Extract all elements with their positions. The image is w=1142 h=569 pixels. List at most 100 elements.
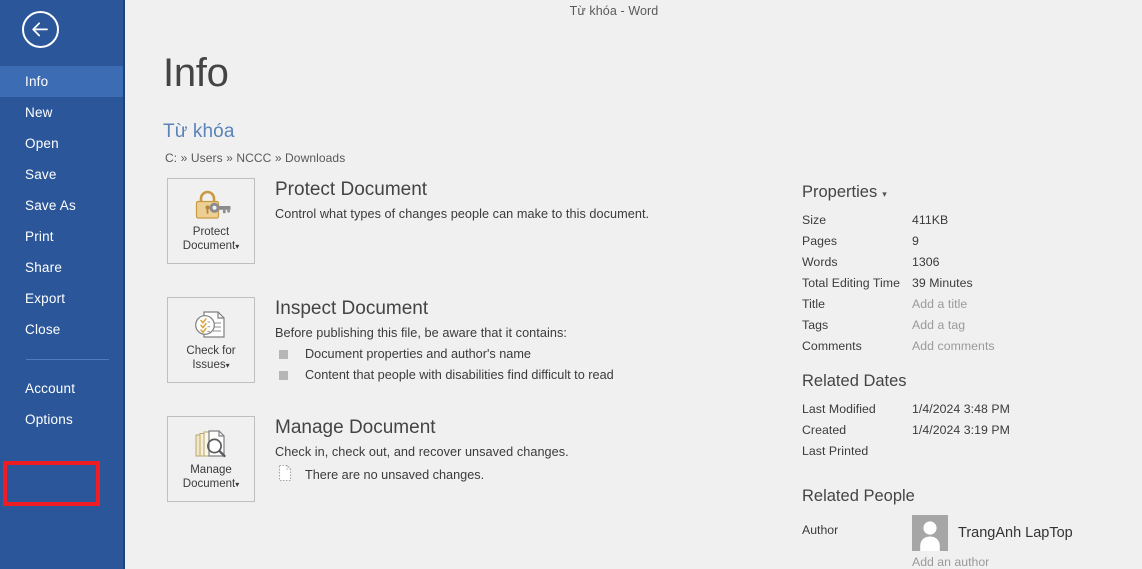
- document-checklist-icon: [191, 304, 231, 344]
- property-key: Pages: [802, 234, 838, 248]
- back-arrow-icon: [31, 22, 50, 37]
- sidebar-edge: [123, 0, 125, 569]
- back-button[interactable]: [22, 11, 59, 48]
- chevron-down-icon[interactable]: ▾: [226, 361, 230, 370]
- inspect-bullet-label: Document properties and author's name: [305, 347, 531, 361]
- sidebar-item-label: Close: [25, 322, 61, 337]
- documents-magnifier-icon: [190, 423, 232, 463]
- manage-document-note: There are no unsaved changes.: [305, 468, 485, 482]
- sidebar-item-label: Account: [25, 381, 76, 396]
- sidebar-item-label: Share: [25, 260, 63, 275]
- property-key: Comments: [802, 339, 862, 353]
- sidebar-item-label: Info: [25, 74, 49, 89]
- date-value: 1/4/2024 3:19 PM: [912, 423, 1010, 437]
- author-row: Author TrangAnh LapTop: [802, 515, 1138, 551]
- chevron-down-icon[interactable]: ▾: [882, 189, 887, 200]
- properties-heading-label: Properties: [802, 183, 878, 201]
- properties-heading[interactable]: Properties ▾: [802, 183, 1138, 202]
- property-value-title-input[interactable]: Add a title: [912, 294, 967, 315]
- date-key: Created: [802, 423, 847, 437]
- properties-panel: Properties ▾ Size 411KB Pages 9 Words 13…: [802, 183, 1138, 357]
- sidebar-item-print[interactable]: Print: [0, 221, 123, 252]
- date-value: 1/4/2024 3:48 PM: [912, 402, 1010, 416]
- property-key: Total Editing Time: [802, 276, 900, 290]
- inspect-bullet-label: Content that people with disabilities fi…: [305, 368, 614, 382]
- bullet-square-icon: [279, 371, 288, 380]
- sidebar-item-label: New: [25, 105, 53, 120]
- date-row-last-printed: Last Printed: [802, 441, 1138, 462]
- related-dates-panel: Related Dates Last Modified 1/4/2024 3:4…: [802, 372, 1138, 462]
- label-text: Document: [182, 240, 236, 252]
- word-backstage-info-screen: Từ khóa - Word Info New Open Save Save A…: [0, 0, 1142, 569]
- label-text: Document: [182, 478, 236, 490]
- sidebar-item-new[interactable]: New: [0, 97, 123, 128]
- property-key: Title: [802, 297, 826, 311]
- property-value: 1306: [912, 255, 940, 269]
- property-row-title[interactable]: Title Add a title: [802, 294, 1138, 315]
- property-key: Size: [802, 213, 827, 227]
- related-people-heading: Related People: [802, 487, 1138, 506]
- label-text: Issues: [192, 359, 226, 371]
- property-value: 9: [912, 234, 919, 248]
- protect-document-label-line1: Protect: [192, 226, 230, 238]
- property-value: 39 Minutes: [912, 276, 973, 290]
- manage-document-button[interactable]: Manage Document▾: [167, 416, 255, 502]
- protect-document-label-line2: Document▾: [183, 239, 239, 254]
- author-label: Author: [802, 523, 839, 537]
- related-dates-heading-label: Related Dates: [802, 372, 907, 390]
- title-bar: Từ khóa - Word: [130, 0, 1142, 22]
- manage-document-label-line2: Document▾: [183, 477, 239, 492]
- check-for-issues-button[interactable]: Check for Issues▾: [167, 297, 255, 383]
- chevron-down-icon[interactable]: ▾: [235, 480, 239, 489]
- sidebar-item-info[interactable]: Info: [0, 66, 123, 97]
- sidebar-item-account[interactable]: Account: [0, 373, 123, 404]
- property-row-total-editing-time: Total Editing Time 39 Minutes: [802, 273, 1138, 294]
- sidebar-item-label: Export: [25, 291, 66, 306]
- document-name: Từ khóa: [163, 121, 235, 142]
- dotted-document-icon: [277, 464, 293, 487]
- add-an-author-input[interactable]: Add an author: [912, 555, 1138, 569]
- protect-document-button[interactable]: Protect Document▾: [167, 178, 255, 264]
- property-key: Words: [802, 255, 838, 269]
- sidebar-divider: [26, 359, 109, 360]
- related-people-heading-label: Related People: [802, 487, 915, 505]
- property-value-tags-input[interactable]: Add a tag: [912, 315, 965, 336]
- date-key: Last Modified: [802, 402, 876, 416]
- sidebar-item-label: Print: [25, 229, 54, 244]
- property-row-tags[interactable]: Tags Add a tag: [802, 315, 1138, 336]
- window-title: Từ khóa - Word: [569, 4, 659, 18]
- date-key: Last Printed: [802, 444, 869, 458]
- property-value: 411KB: [912, 213, 949, 227]
- sidebar-item-label: Open: [25, 136, 59, 151]
- person-avatar-icon: [912, 515, 948, 551]
- related-dates-heading: Related Dates: [802, 372, 1138, 391]
- sidebar-item-save[interactable]: Save: [0, 159, 123, 190]
- property-key: Tags: [802, 318, 829, 332]
- property-row-pages: Pages 9: [802, 231, 1138, 252]
- manage-document-label-line1: Manage: [190, 464, 232, 476]
- sidebar-item-close[interactable]: Close: [0, 314, 123, 345]
- date-row-created: Created 1/4/2024 3:19 PM: [802, 420, 1138, 441]
- sidebar-item-label: Save As: [25, 198, 76, 213]
- check-for-issues-label-line1: Check for: [186, 345, 236, 357]
- manage-document-note-row: There are no unsaved changes.: [275, 464, 915, 487]
- sidebar-item-options[interactable]: Options: [0, 404, 123, 435]
- sidebar-item-save-as[interactable]: Save As: [0, 190, 123, 221]
- chevron-down-icon[interactable]: ▾: [235, 242, 239, 251]
- lock-key-icon: [190, 185, 232, 225]
- document-path-breadcrumb: C: » Users » NCCC » Downloads: [165, 151, 346, 165]
- related-people-panel: Related People Author TrangAnh LapTop Ad…: [802, 487, 1138, 569]
- sidebar-item-label: Options: [25, 412, 73, 427]
- property-row-comments[interactable]: Comments Add comments: [802, 336, 1138, 357]
- date-row-last-modified: Last Modified 1/4/2024 3:48 PM: [802, 399, 1138, 420]
- property-value-comments-input[interactable]: Add comments: [912, 336, 995, 357]
- sidebar-nav-list: Info New Open Save Save As Print Share E…: [0, 66, 123, 435]
- check-for-issues-label-line2: Issues▾: [192, 358, 229, 373]
- property-row-size: Size 411KB: [802, 210, 1138, 231]
- sidebar-item-open[interactable]: Open: [0, 128, 123, 159]
- sidebar-item-share[interactable]: Share: [0, 252, 123, 283]
- page-title: Info: [163, 51, 229, 95]
- sidebar-item-export[interactable]: Export: [0, 283, 123, 314]
- author-name: TrangAnh LapTop: [958, 525, 1073, 541]
- sidebar-item-label: Save: [25, 167, 57, 182]
